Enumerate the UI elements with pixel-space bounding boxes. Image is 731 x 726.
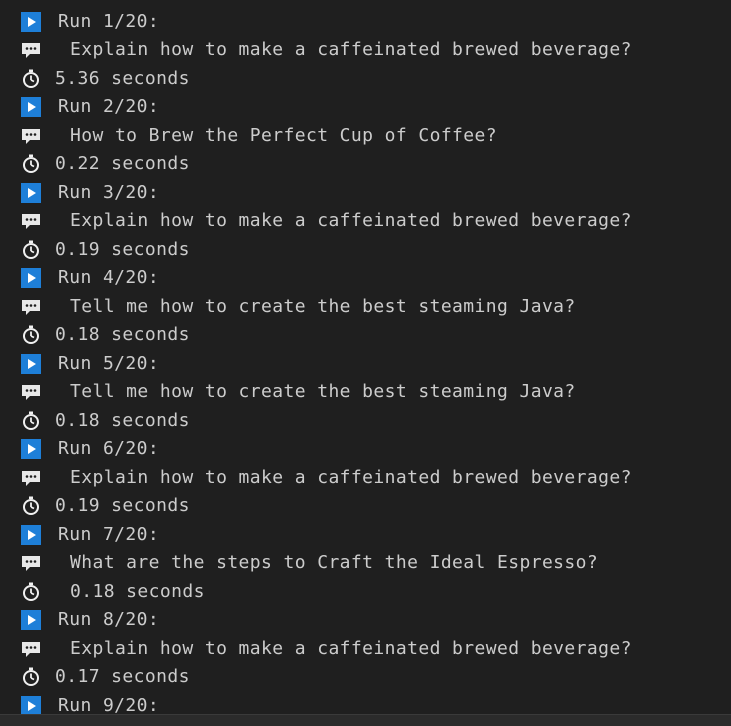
run-label: Run 4/20: — [58, 267, 160, 288]
prompt-line: Tell me how to create the best steaming … — [0, 293, 731, 321]
time-line: 0.22 seconds — [0, 150, 731, 178]
stopwatch-icon — [21, 582, 41, 602]
stopwatch-icon — [21, 496, 41, 516]
prompt-text: Explain how to make a caffeinated brewed… — [70, 467, 632, 488]
time-line: 0.18 seconds — [0, 578, 731, 606]
run-line: Run 6/20: — [0, 435, 731, 463]
run-line: Run 4/20: — [0, 264, 731, 292]
play-icon — [21, 439, 41, 459]
speech-bubble-icon — [21, 553, 41, 573]
prompt-text: Explain how to make a caffeinated brewed… — [70, 638, 632, 659]
terminal-output: Run 1/20: Explain how to make a caffeina… — [0, 0, 731, 726]
play-icon — [21, 354, 41, 374]
time-text: 5.36 seconds — [55, 68, 190, 89]
time-line: 0.18 seconds — [0, 321, 731, 349]
time-text: 0.19 seconds — [55, 495, 190, 516]
time-text: 0.18 seconds — [55, 324, 190, 345]
stopwatch-icon — [21, 154, 41, 174]
time-line: 5.36 seconds — [0, 65, 731, 93]
time-line: 0.19 seconds — [0, 492, 731, 520]
prompt-line: Explain how to make a caffeinated brewed… — [0, 207, 731, 235]
time-text: 0.17 seconds — [55, 666, 190, 687]
speech-bubble-icon — [21, 211, 41, 231]
time-line: 0.19 seconds — [0, 236, 731, 264]
prompt-text: Tell me how to create the best steaming … — [70, 296, 576, 317]
speech-bubble-icon — [21, 468, 41, 488]
horizontal-scrollbar[interactable] — [0, 714, 731, 726]
play-icon — [21, 696, 41, 716]
speech-bubble-icon — [21, 639, 41, 659]
run-label: Run 3/20: — [58, 182, 160, 203]
speech-bubble-icon — [21, 297, 41, 317]
stopwatch-icon — [21, 411, 41, 431]
stopwatch-icon — [21, 240, 41, 260]
play-icon — [21, 610, 41, 630]
prompt-text: Explain how to make a caffeinated brewed… — [70, 210, 632, 231]
run-line: Run 7/20: — [0, 521, 731, 549]
speech-bubble-icon — [21, 382, 41, 402]
prompt-line: What are the steps to Craft the Ideal Es… — [0, 549, 731, 577]
run-line: Run 8/20: — [0, 606, 731, 634]
speech-bubble-icon — [21, 40, 41, 60]
time-text: 0.18 seconds — [55, 410, 190, 431]
run-line: Run 2/20: — [0, 93, 731, 121]
time-line: 0.18 seconds — [0, 407, 731, 435]
run-label: Run 6/20: — [58, 438, 160, 459]
run-label: Run 1/20: — [58, 11, 160, 32]
play-icon — [21, 97, 41, 117]
run-label: Run 2/20: — [58, 96, 160, 117]
run-line: Run 1/20: — [0, 8, 731, 36]
prompt-line: Explain how to make a caffeinated brewed… — [0, 464, 731, 492]
time-line: 0.17 seconds — [0, 663, 731, 691]
prompt-line: Tell me how to create the best steaming … — [0, 378, 731, 406]
run-label: Run 8/20: — [58, 609, 160, 630]
prompt-line: How to Brew the Perfect Cup of Coffee? — [0, 122, 731, 150]
stopwatch-icon — [21, 667, 41, 687]
run-line: Run 3/20: — [0, 179, 731, 207]
play-icon — [21, 268, 41, 288]
time-text: 0.19 seconds — [55, 239, 190, 260]
speech-bubble-icon — [21, 126, 41, 146]
play-icon — [21, 525, 41, 545]
play-icon — [21, 12, 41, 32]
run-label: Run 5/20: — [58, 353, 160, 374]
prompt-text: Explain how to make a caffeinated brewed… — [70, 39, 632, 60]
prompt-text: Tell me how to create the best steaming … — [70, 381, 576, 402]
stopwatch-icon — [21, 325, 41, 345]
prompt-line: Explain how to make a caffeinated brewed… — [0, 635, 731, 663]
prompt-line: Explain how to make a caffeinated brewed… — [0, 36, 731, 64]
prompt-text: How to Brew the Perfect Cup of Coffee? — [70, 125, 498, 146]
run-line: Run 5/20: — [0, 350, 731, 378]
stopwatch-icon — [21, 69, 41, 89]
time-text: 0.22 seconds — [55, 153, 190, 174]
prompt-text: What are the steps to Craft the Ideal Es… — [70, 552, 599, 573]
play-icon — [21, 183, 41, 203]
time-text: 0.18 seconds — [70, 581, 205, 602]
run-label: Run 7/20: — [58, 524, 160, 545]
